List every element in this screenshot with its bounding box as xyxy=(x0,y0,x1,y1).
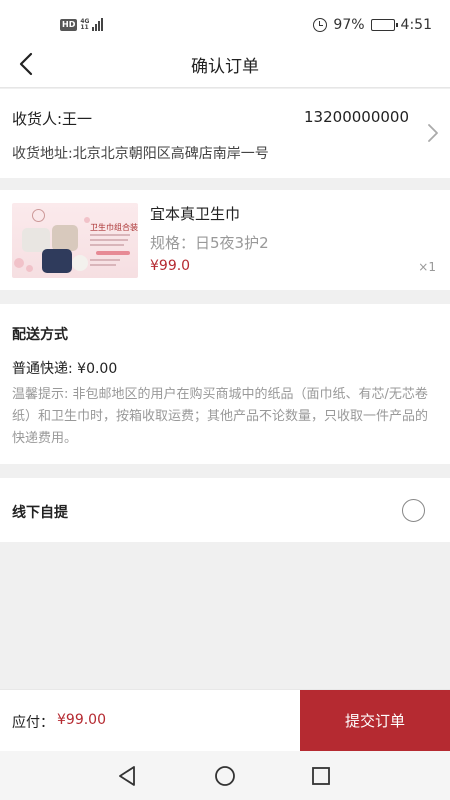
delivery-section: 配送方式 普通快递: ¥0.00 温馨提示: 非包邮地区的用户在购买商城中的纸品… xyxy=(0,304,450,464)
system-nav-bar xyxy=(0,751,450,800)
status-bar: HD 4G 11 97% 4:51 xyxy=(0,0,450,40)
product-image-headline: 卫生巾组合装 xyxy=(90,223,138,232)
page-title: 确认订单 xyxy=(191,57,259,77)
square-recent-icon[interactable] xyxy=(309,764,333,788)
circle-home-icon[interactable] xyxy=(213,764,237,788)
product-image: 卫生巾组合装 xyxy=(12,203,138,278)
hd-icon: HD xyxy=(60,18,78,31)
alarm-clock-icon xyxy=(313,18,328,32)
product-name: 宜本真卫生巾 xyxy=(150,205,241,223)
delivery-tip: 温馨提示: 非包邮地区的用户在购买商城中的纸品（面巾纸、有芯/无芯卷纸）和卫生巾… xyxy=(12,387,429,446)
payable-amount: ¥99.00 xyxy=(57,712,106,728)
battery-icon xyxy=(370,19,398,31)
order-footer: 应付： ¥99.00 提交订单 xyxy=(0,689,450,752)
battery-percent: 97% xyxy=(333,17,365,33)
submit-order-button[interactable]: 提交订单 xyxy=(300,690,450,752)
pickup-option[interactable]: 线下自提 xyxy=(0,478,450,542)
status-right: 97% 4:51 xyxy=(313,17,432,33)
recipient-name: 收货人:王一 xyxy=(12,110,93,128)
pickup-radio[interactable] xyxy=(402,499,425,522)
delivery-type: 普通快递: ¥0.00 xyxy=(12,361,118,377)
payable-label: 应付： xyxy=(12,715,54,731)
delivery-title: 配送方式 xyxy=(12,327,68,343)
recipient-address: 收货地址:北京北京朝阳区高碑店南岸一号 xyxy=(12,146,269,162)
recipient-phone: 13200000000 xyxy=(304,108,409,126)
product-price: ¥99.0 xyxy=(150,258,191,274)
chevron-right-icon xyxy=(428,124,438,142)
product-spec: 规格：日5夜3护2 xyxy=(150,234,269,252)
pickup-label: 线下自提 xyxy=(12,505,68,521)
address-card[interactable]: 收货人:王一 13200000000 收货地址:北京北京朝阳区高碑店南岸一号 xyxy=(0,89,450,178)
brand-logo-icon xyxy=(32,209,45,222)
status-time: 4:51 xyxy=(400,17,432,33)
status-left: HD 4G 11 xyxy=(60,18,104,31)
triangle-back-icon[interactable] xyxy=(116,764,140,788)
product-card: 卫生巾组合装 宜本真卫生巾 规格：日5夜3护2 ¥99.0 ×1 xyxy=(0,190,450,290)
network-sub-label: 11 xyxy=(80,23,89,31)
signal-icon xyxy=(92,18,104,31)
nav-header: 确认订单 xyxy=(0,40,450,88)
product-quantity: ×1 xyxy=(418,260,436,274)
network-type-icon: 4G 11 xyxy=(80,18,89,31)
